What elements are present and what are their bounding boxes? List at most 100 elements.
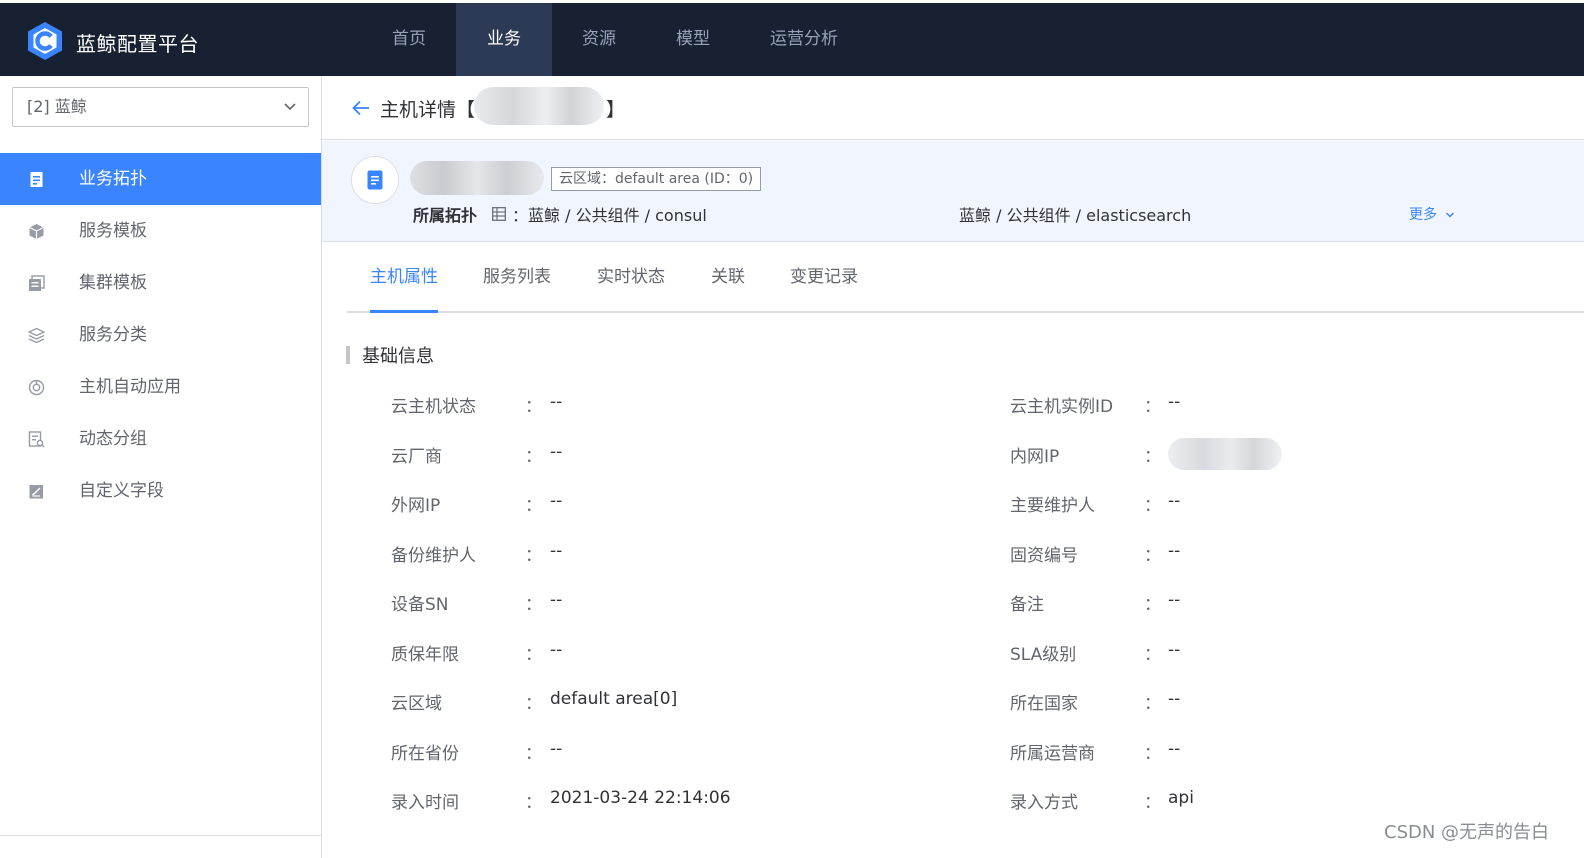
host-doc-icon [367, 170, 383, 190]
tab-service-list[interactable]: 服务列表 [483, 243, 551, 313]
sidebar-item-business-topology[interactable]: 业务拓扑 [0, 153, 321, 205]
sidebar-item-host-auto-apply[interactable]: 主机自动应用 [0, 361, 321, 413]
field-colon: ： [1144, 595, 1161, 615]
sidebar-item-label: 主机自动应用 [79, 377, 181, 397]
sidebar-item-label: 服务模板 [79, 221, 147, 241]
field-label: 备注 [1010, 595, 1044, 615]
field-label: 云主机实例ID [1010, 397, 1114, 417]
field-colon: ： [525, 793, 542, 813]
dynamic-group-icon [28, 431, 45, 448]
nav-model[interactable]: 模型 [646, 3, 740, 76]
sidebar-item-label: 业务拓扑 [79, 169, 147, 189]
bk-cmdb-logo-icon[interactable] [26, 21, 64, 61]
field-colon: ： [525, 545, 542, 566]
tab-change-log[interactable]: 变更记录 [790, 243, 858, 313]
field-colon: ： [1144, 743, 1161, 764]
redacted-host-ip [474, 87, 604, 125]
field-value: -- [1168, 540, 1181, 561]
field-value: -- [1168, 392, 1181, 412]
layers-icon [28, 327, 45, 344]
sidebar-item-label: 自定义字段 [79, 481, 164, 501]
field-row: 录入时间 ： 2021-03-24 22:14:06 录入方式 ： api [322, 788, 1584, 818]
cube-icon [29, 224, 44, 239]
field-colon: ： [525, 743, 542, 764]
field-value: -- [550, 639, 563, 660]
field-colon: ： [525, 694, 542, 714]
field-row: 设备SN ： -- 备注 ： -- [322, 590, 1584, 620]
field-value: 2021-03-24 22:14:06 [550, 788, 731, 808]
field-label: 主要维护人 [1010, 496, 1095, 516]
nav-home[interactable]: 首页 [362, 3, 456, 76]
topology-path-elasticsearch: 蓝鲸 / 公共组件 / elasticsearch [959, 206, 1192, 225]
redacted-inner-ip [1168, 437, 1282, 470]
field-row: 云主机状态 ： -- 云主机实例ID ： -- [322, 392, 1584, 422]
field-label: 所在国家 [1010, 694, 1078, 714]
field-value: -- [550, 441, 563, 462]
field-value: -- [550, 491, 563, 511]
field-colon: ： [525, 496, 542, 516]
top-navbar: 蓝鲸配置平台 首页 业务 资源 模型 运营分析 [0, 0, 1584, 76]
host-summary: 云区域：default area (ID：0) 所属拓扑 ：蓝鲸 / 公共组件 … [322, 141, 1584, 242]
topology-doc-icon [30, 172, 43, 187]
sidebar-item-service-category[interactable]: 服务分类 [0, 309, 321, 361]
field-value: -- [1168, 738, 1181, 759]
tab-host-attributes[interactable]: 主机属性 [370, 243, 438, 313]
field-row: 质保年限 ： -- SLA级别 ： -- [322, 640, 1584, 670]
field-label: 云主机状态 [391, 397, 476, 417]
nav-resource[interactable]: 资源 [552, 3, 646, 76]
field-value: api [1168, 788, 1194, 808]
csdn-watermark: CSDN @无声的告白 [1384, 822, 1550, 843]
field-label: 云区域 [391, 694, 442, 714]
cloud-area-tag: 云区域：default area (ID：0) [551, 167, 762, 191]
field-label: 固资编号 [1010, 545, 1078, 566]
sidebar-item-service-template[interactable]: 服务模板 [0, 205, 321, 257]
sidebar-divider [0, 835, 321, 836]
field-label: 备份维护人 [391, 545, 476, 566]
more-topology-button[interactable]: 更多 [1409, 204, 1455, 224]
field-label: 所属运营商 [1010, 743, 1095, 764]
field-value: -- [1168, 491, 1181, 511]
cluster-icon [29, 275, 45, 291]
field-label: 内网IP [1010, 446, 1060, 467]
field-label: SLA级别 [1010, 644, 1077, 665]
arrow-left-icon[interactable] [350, 97, 372, 119]
field-colon: ： [525, 446, 542, 467]
business-select[interactable]: [2] 蓝鲸 [12, 87, 309, 127]
field-value: default area[0] [550, 689, 678, 709]
sidebar-item-label: 服务分类 [79, 325, 147, 345]
more-label: 更多 [1409, 207, 1437, 223]
field-colon: ： [1144, 496, 1161, 516]
business-select-value: [2] 蓝鲸 [27, 97, 87, 116]
nav-analysis[interactable]: 运营分析 [740, 3, 868, 76]
page-title-close: 】 [606, 99, 626, 121]
field-value: -- [1168, 639, 1181, 660]
field-colon: ： [525, 397, 542, 417]
custom-field-icon [29, 485, 43, 499]
sidebar-item-label: 动态分组 [79, 429, 147, 449]
host-avatar [351, 156, 399, 204]
field-label: 设备SN [391, 595, 449, 615]
nav-business[interactable]: 业务 [456, 3, 552, 76]
field-row: 外网IP ： -- 主要维护人 ： -- [322, 491, 1584, 521]
tab-realtime-status[interactable]: 实时状态 [597, 243, 665, 313]
topology-label: 所属拓扑 [413, 206, 478, 225]
sidebar-item-custom-field[interactable]: 自定义字段 [0, 465, 321, 517]
field-colon: ： [1144, 545, 1161, 566]
sidebar-item-cluster-template[interactable]: 集群模板 [0, 257, 321, 309]
field-row: 云区域 ： default area[0] 所在国家 ： -- [322, 689, 1584, 719]
field-value: -- [1168, 590, 1181, 610]
field-label: 外网IP [391, 496, 441, 516]
field-value: -- [550, 540, 563, 561]
sidebar-item-dynamic-group[interactable]: 动态分组 [0, 413, 321, 465]
field-label: 录入方式 [1010, 793, 1078, 813]
sidebar: [2] 蓝鲸 业务拓扑 服务模板 集群模板 服务分类 主机自动应用 动态分组 自… [0, 76, 322, 858]
field-row: 云厂商 ： -- 内网IP ： [322, 437, 1584, 472]
field-colon: ： [1144, 446, 1161, 467]
page-header: 主机详情【 】 [322, 76, 1584, 140]
field-value: -- [1168, 689, 1181, 709]
field-value: -- [550, 590, 563, 610]
chevron-down-icon [1446, 212, 1455, 218]
tab-association[interactable]: 关联 [711, 243, 745, 313]
sidebar-item-label: 集群模板 [79, 273, 147, 293]
field-colon: ： [1144, 397, 1161, 417]
